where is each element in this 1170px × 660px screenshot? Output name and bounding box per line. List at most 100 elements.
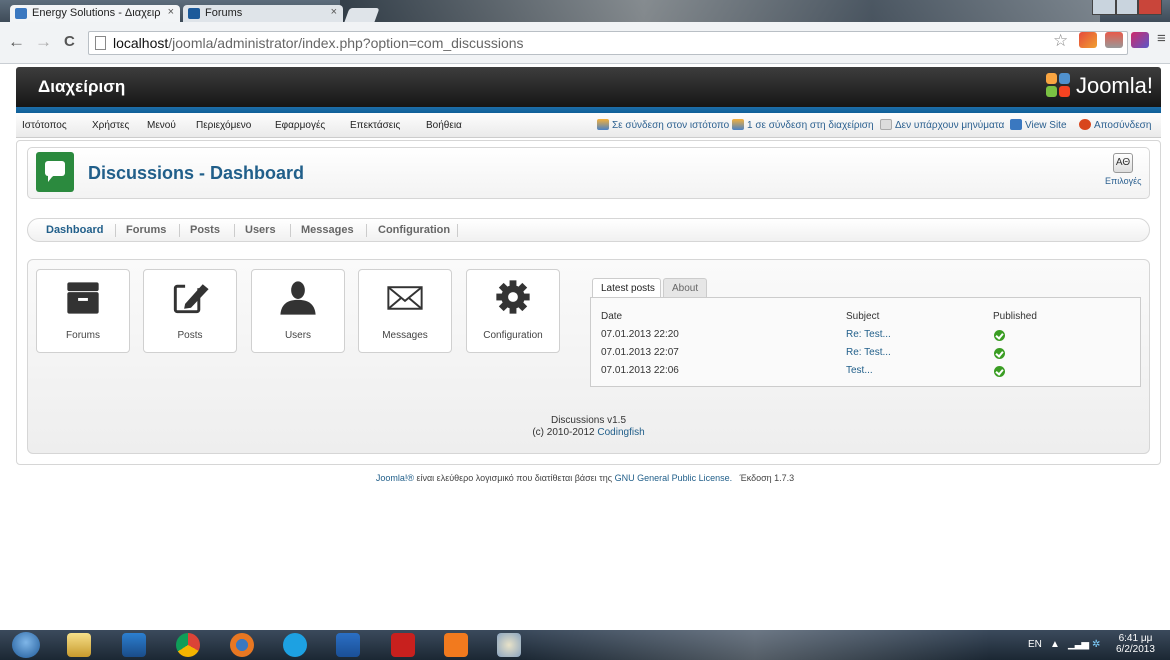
menu-item-extensions[interactable]: Επεκτάσεις <box>350 120 400 131</box>
browser-toolbar: ← → C localhost/joomla/administrator/ind… <box>0 22 1170 64</box>
menu-item-components[interactable]: Εφαρμογές <box>275 120 325 131</box>
firefox-icon[interactable] <box>230 633 254 657</box>
tray-expand-icon[interactable]: ▲ <box>1050 639 1060 650</box>
signal-icon[interactable]: ▁▃▅ <box>1068 639 1089 650</box>
status-messages[interactable]: Δεν υπάρχουν μηνύματα <box>880 119 1004 131</box>
options-icon: ΑΘ <box>1113 153 1133 173</box>
published-check-icon[interactable] <box>994 348 1005 359</box>
published-check-icon[interactable] <box>994 366 1005 377</box>
quickicon-posts[interactable]: Posts <box>143 269 237 353</box>
bookmark-star-icon[interactable]: ☆ <box>1053 31 1068 51</box>
post-date: 07.01.2013 22:20 <box>601 329 679 340</box>
menu-item-help[interactable]: Βοήθεια <box>426 120 462 131</box>
status-online-site-label: Σε σύνδεση στον ιστότοπο <box>612 120 730 131</box>
start-button[interactable] <box>12 632 40 658</box>
quickicon-forums[interactable]: Forums <box>36 269 130 353</box>
browser-menu-icon[interactable]: ≡ <box>1157 30 1166 47</box>
options-label: Επιλογές <box>1105 176 1142 186</box>
language-indicator[interactable]: EN <box>1028 639 1042 650</box>
browser-tab-forums[interactable]: Forums × <box>183 5 343 22</box>
archive-box-icon <box>67 282 99 314</box>
published-check-icon[interactable] <box>994 330 1005 341</box>
chrome-icon[interactable] <box>176 633 200 657</box>
back-button[interactable]: ← <box>8 32 25 52</box>
latest-posts-table: Date Subject Published 07.01.2013 22:20 … <box>590 297 1141 387</box>
menu-item-content[interactable]: Περιεχόμενο <box>196 120 251 131</box>
clock-time: 6:41 μμ <box>1118 633 1153 644</box>
codingfish-link[interactable]: Codingfish <box>597 427 644 438</box>
xampp-icon[interactable] <box>444 633 468 657</box>
subnav-users[interactable]: Users <box>245 224 276 236</box>
quickicon-messages[interactable]: Messages <box>358 269 452 353</box>
new-tab-button[interactable] <box>344 8 380 22</box>
joomla-logo[interactable]: Joomla! <box>1045 73 1153 99</box>
tab-title: Forums <box>205 7 243 19</box>
close-window-button[interactable] <box>1138 0 1162 15</box>
menu-item-menus[interactable]: Μενού <box>147 120 176 131</box>
envelope-icon <box>387 286 423 310</box>
joomla-favicon-icon <box>188 8 200 19</box>
tab-close-icon[interactable]: × <box>168 6 174 18</box>
tab-close-icon[interactable]: × <box>331 6 337 18</box>
user-icon <box>280 281 316 315</box>
tab-title: Energy Solutions - Διαχειρ <box>32 7 161 19</box>
status-online-site[interactable]: Σε σύνδεση στον ιστότοπο <box>597 119 729 131</box>
logout-link[interactable]: Αποσύνδεση <box>1079 119 1151 131</box>
quickicon-users[interactable]: Users <box>251 269 345 353</box>
tab-latest-posts[interactable]: Latest posts <box>592 278 661 298</box>
status-online-admin[interactable]: 1 σε σύνδεση στη διαχείριση <box>732 119 874 131</box>
quickicon-label: Posts <box>177 330 203 341</box>
word-icon[interactable] <box>336 633 360 657</box>
options-button[interactable]: ΑΘ Επιλογές <box>1105 153 1141 186</box>
subnav-configuration[interactable]: Configuration <box>378 224 450 236</box>
quickicon-configuration[interactable]: Configuration <box>466 269 560 353</box>
subnav-dashboard[interactable]: Dashboard <box>46 224 103 236</box>
post-subject-link[interactable]: Re: Test... <box>846 329 891 340</box>
joomla-footer: Joomla!® είναι ελεύθερο λογισμικό που δι… <box>0 473 1170 483</box>
system-clock[interactable]: 6:41 μμ 6/2/2013 <box>1116 633 1155 655</box>
reload-button[interactable]: C <box>64 33 75 50</box>
subnav-posts[interactable]: Posts <box>190 224 220 236</box>
gpl-link[interactable]: GNU General Public License. <box>615 473 733 483</box>
tab-about[interactable]: About <box>663 278 707 298</box>
extension-icon[interactable] <box>1079 32 1097 48</box>
view-site-link[interactable]: View Site <box>1010 119 1067 131</box>
acrobat-icon[interactable] <box>391 633 415 657</box>
desktop-background <box>340 0 1100 22</box>
clock-date: 6/2/2013 <box>1116 644 1155 655</box>
post-subject-link[interactable]: Re: Test... <box>846 347 891 358</box>
explorer-icon[interactable] <box>67 633 91 657</box>
quickicon-label: Configuration <box>483 330 543 341</box>
users-icon <box>597 119 609 130</box>
menu-item-users[interactable]: Χρήστες <box>92 120 129 131</box>
component-footer: Discussions v1.5 (c) 2010-2012 Codingfis… <box>27 415 1150 439</box>
message-icon <box>880 119 892 130</box>
joomla-link[interactable]: Joomla!® <box>376 473 414 483</box>
menu-item-site[interactable]: Ιστότοπος <box>22 120 67 131</box>
quickicon-label: Forums <box>66 330 100 341</box>
subnav-messages[interactable]: Messages <box>301 224 354 236</box>
column-header-published: Published <box>993 311 1037 322</box>
forward-button[interactable]: → <box>35 32 52 52</box>
license-text: είναι ελεύθερο λογισμικό που διατίθεται … <box>413 473 615 483</box>
minimize-button[interactable] <box>1092 0 1116 15</box>
logout-label: Αποσύνδεση <box>1094 120 1152 131</box>
url-path: /joomla/administrator/index.php?option=c… <box>168 35 524 51</box>
extension-icon[interactable] <box>1131 32 1149 48</box>
edit-icon <box>173 282 209 314</box>
address-bar[interactable]: localhost/joomla/administrator/index.php… <box>88 31 1128 55</box>
media-player-icon[interactable] <box>122 633 146 657</box>
post-subject-link[interactable]: Test... <box>846 365 873 376</box>
quickicon-label: Messages <box>382 330 428 341</box>
column-header-date: Date <box>601 311 623 322</box>
quickicon-label: Users <box>284 330 312 341</box>
maximize-button[interactable] <box>1116 0 1138 15</box>
browser-tab-energy-solutions[interactable]: Energy Solutions - Διαχειρ × <box>10 5 180 22</box>
monitor-icon <box>1010 119 1022 130</box>
network-icon[interactable]: ✲ <box>1092 639 1100 650</box>
extension-icon[interactable] <box>1105 32 1123 48</box>
subnav-forums[interactable]: Forums <box>126 224 166 236</box>
admin-top-menu: Ιστότοπος Χρήστες Μενού Περιεχόμενο Εφαρ… <box>16 113 1161 138</box>
skype-icon[interactable] <box>283 633 307 657</box>
paint-icon[interactable] <box>497 633 521 657</box>
